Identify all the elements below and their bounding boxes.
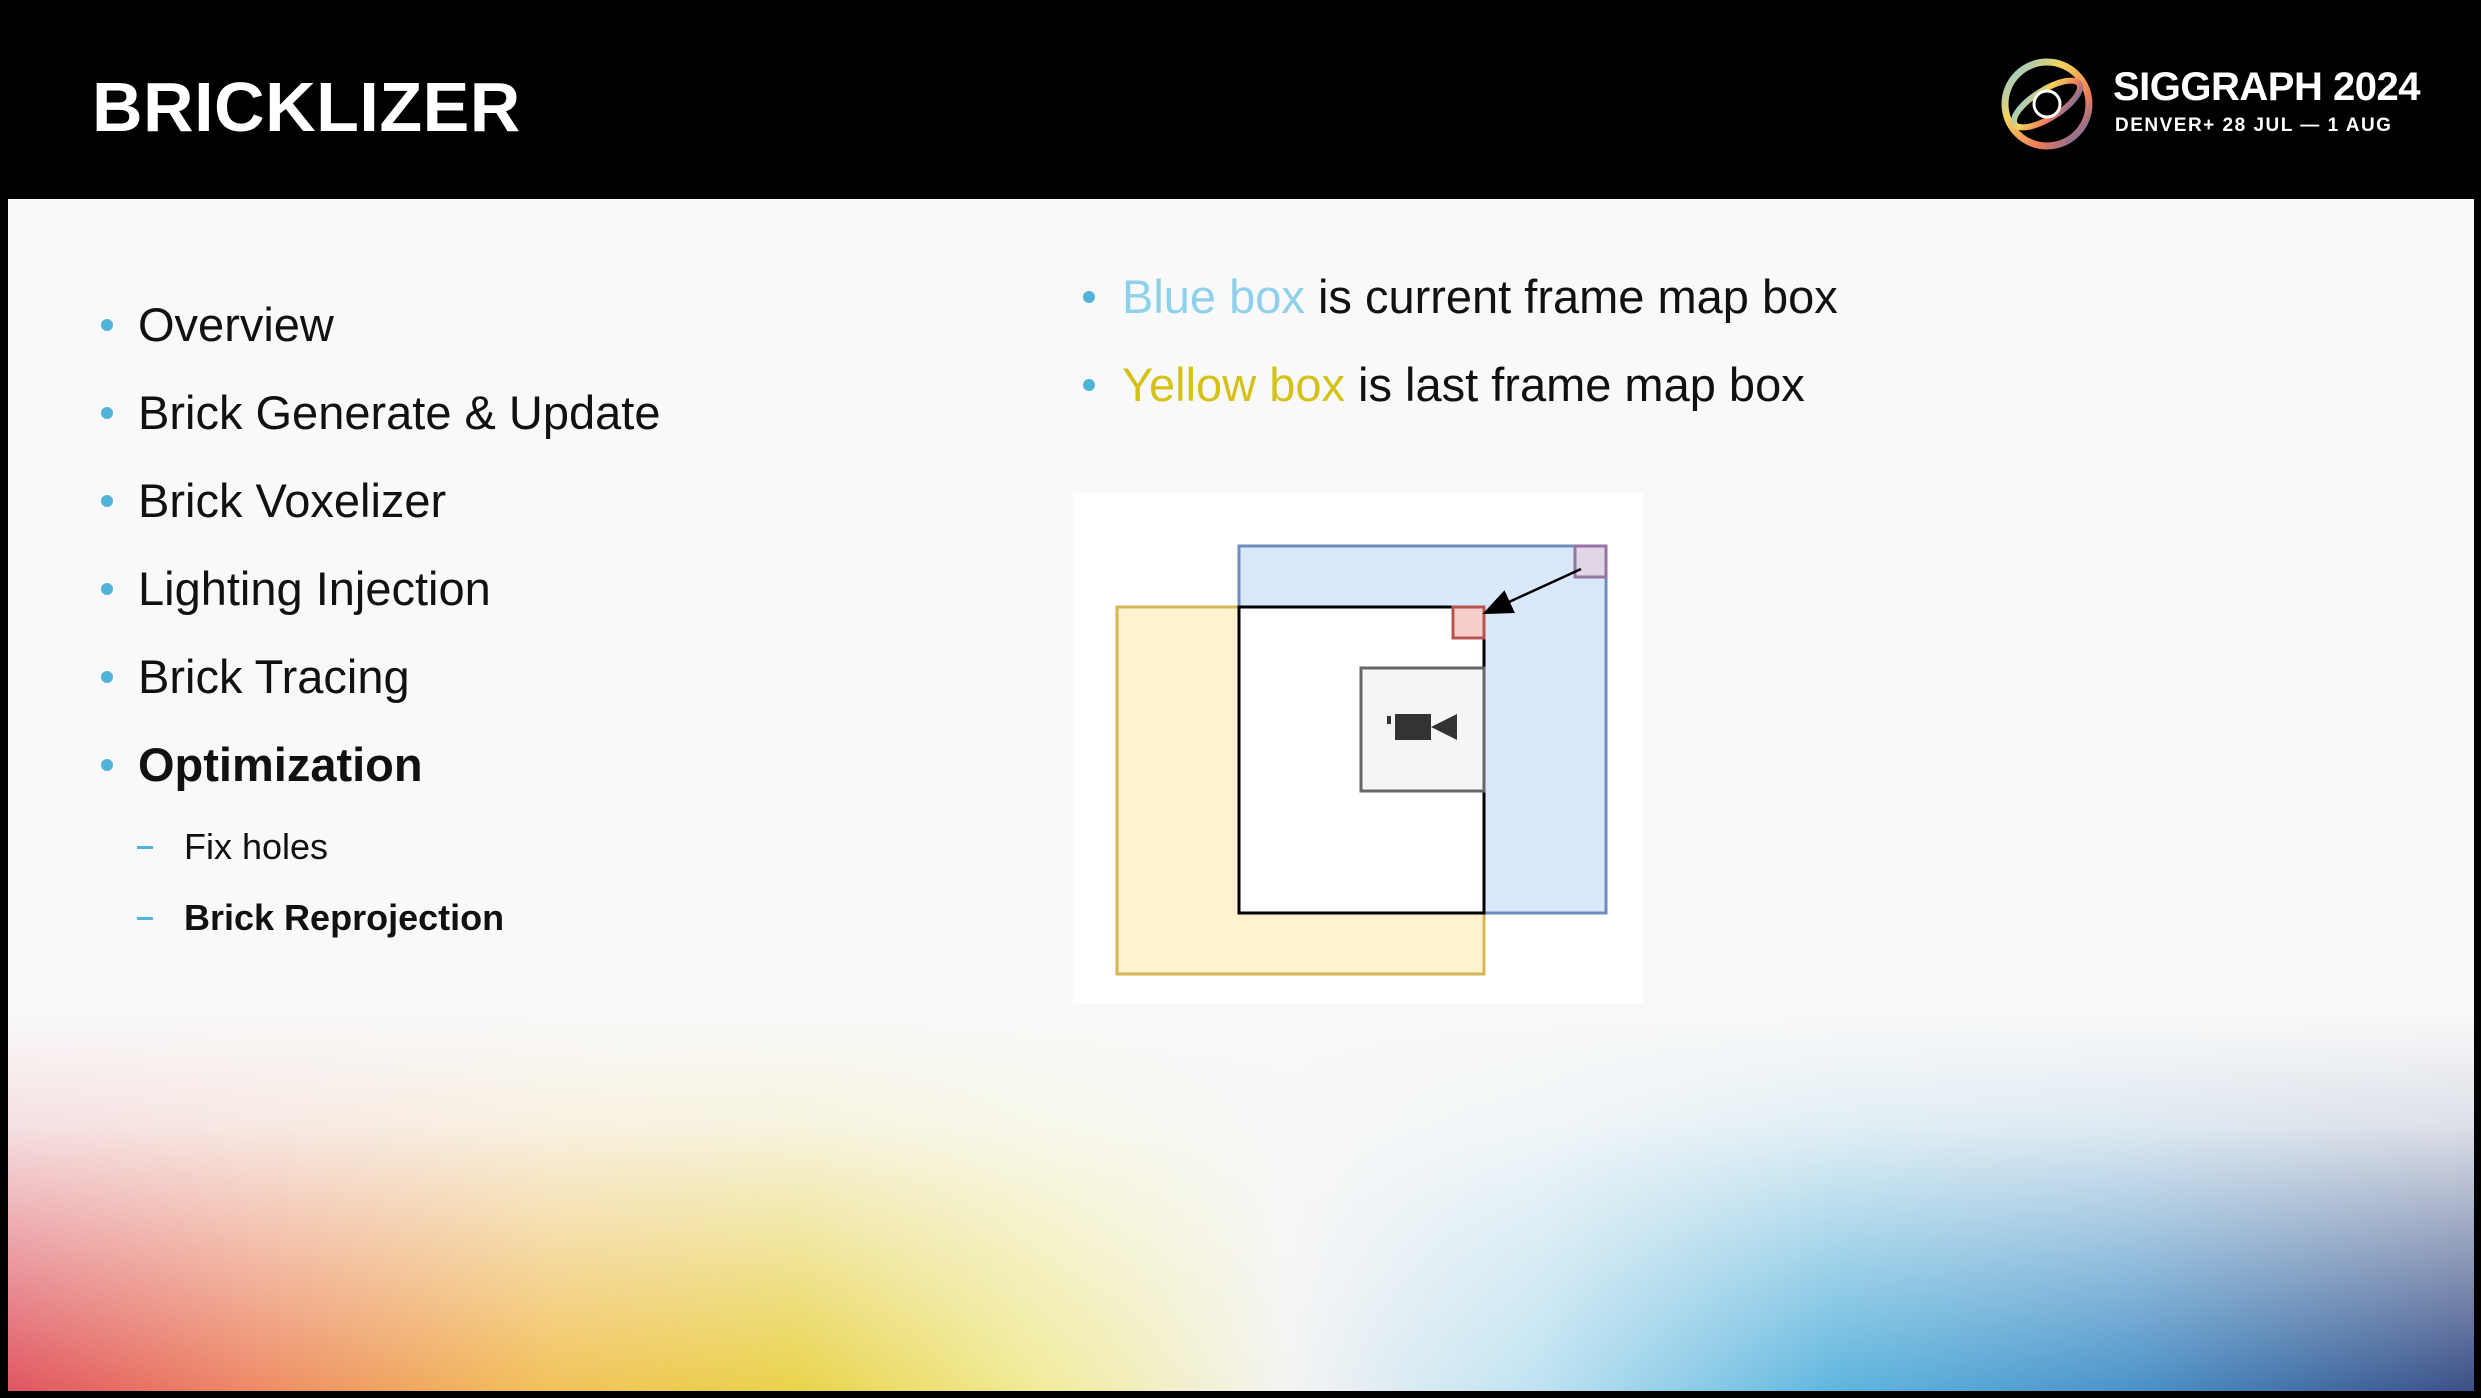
bullet-icon [101,583,113,595]
bullet-icon [1083,291,1095,303]
list-item-optimization: Optimization [138,738,423,791]
legend-item-blue: Blue box is current frame map box [1122,267,1838,327]
bullet-icon [101,671,113,683]
list-item-brick-generate: Brick Generate & Update [138,386,661,439]
bullet-icon [101,407,113,419]
list-item-lighting-injection: Lighting Injection [138,562,491,615]
diagram-svg [1115,544,1608,976]
bottom-gradient [8,1011,2474,1391]
purple-square [1573,544,1608,579]
bullet-icon [101,495,113,507]
legend-item-yellow: Yellow box is last frame map box [1122,355,1805,415]
list-item-overview: Overview [138,298,334,351]
slide-title: BRICKLIZER [92,68,521,146]
blue-box-label: Blue box [1122,270,1305,323]
dash-icon [137,917,153,920]
siggraph-logo: SIGGRAPH 2024 DENVER+ 28 JUL — 1 AUG [1999,56,2420,156]
blue-box-description: is current frame map box [1304,270,1838,323]
logo-tagline: DENVER+ 28 JUL — 1 AUG [2115,115,2393,136]
yellow-box-label: Yellow box [1122,358,1345,411]
reprojection-diagram [1073,493,1643,1004]
bullet-icon [101,319,113,331]
sublist-item-brick-reprojection: Brick Reprojection [184,897,505,938]
sublist-item-fix-holes: Fix holes [184,826,329,867]
list-item-brick-tracing: Brick Tracing [138,650,410,703]
siggraph-logo-icon [2001,58,2093,150]
slide: BRICKLIZER SIGGRAPH 2024 DENVER+ 28 JUL … [0,0,2481,1398]
dash-icon [137,846,153,849]
yellow-box-description: is last frame map box [1344,358,1805,411]
logo-name: SIGGRAPH 2024 [2113,65,2420,109]
bullet-icon [1083,379,1095,391]
content-area: Overview Brick Generate & Update Brick V… [8,199,2474,1391]
list-item-brick-voxelizer: Brick Voxelizer [138,474,447,527]
header-bar: BRICKLIZER SIGGRAPH 2024 DENVER+ 28 JUL … [6,4,2475,198]
red-square [1451,605,1486,640]
bullet-icon [101,759,113,771]
